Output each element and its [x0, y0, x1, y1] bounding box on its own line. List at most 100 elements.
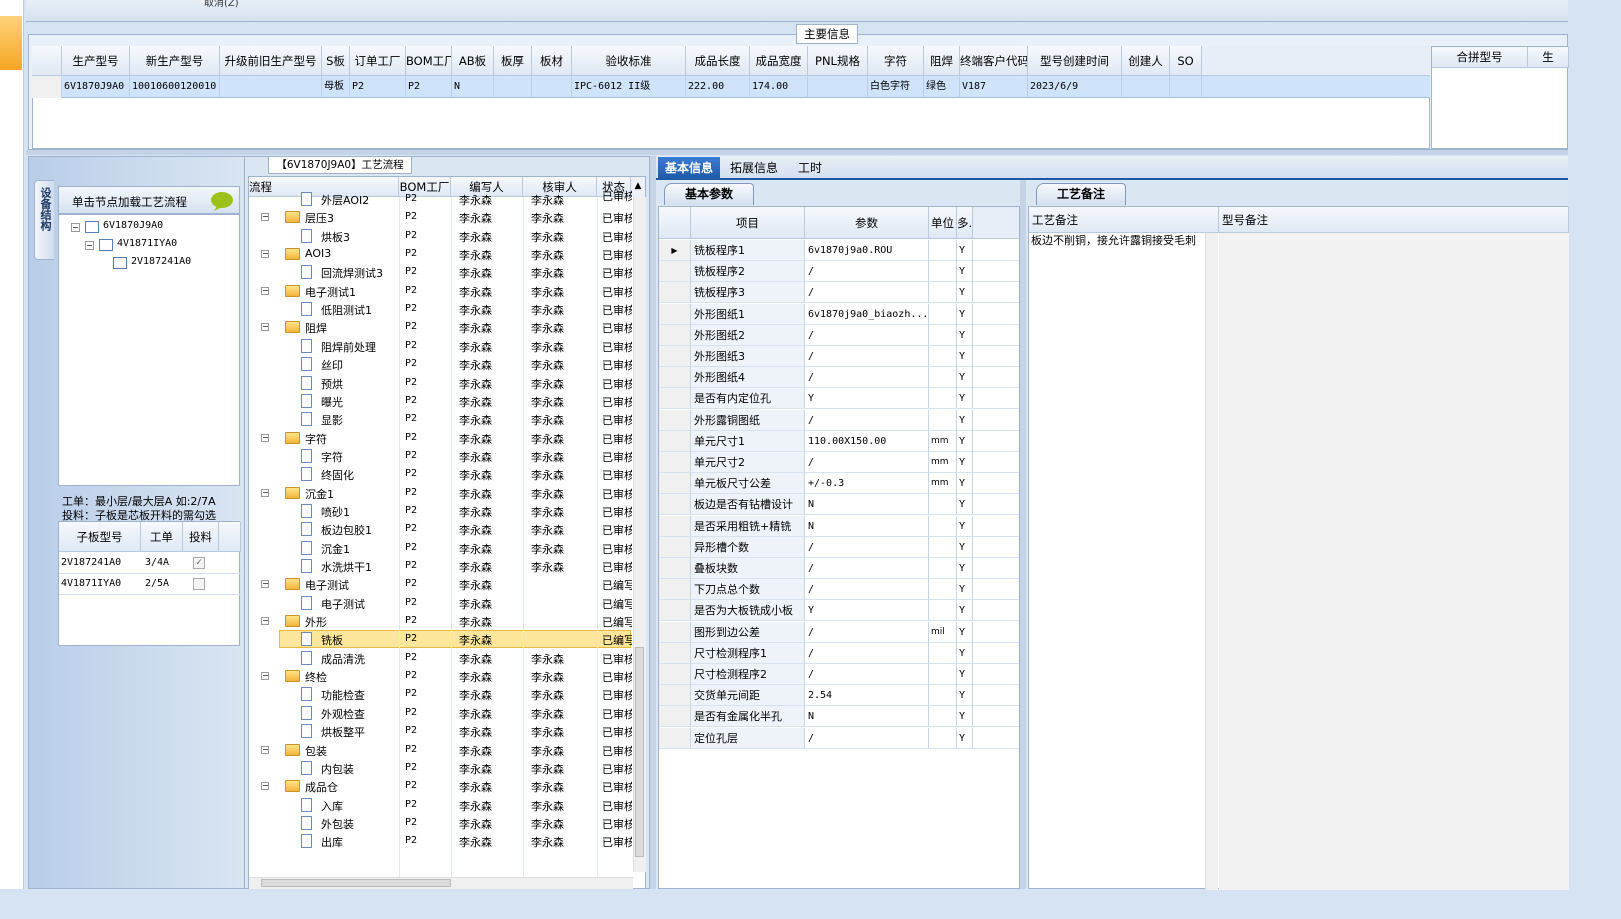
process-step-name[interactable]: 水洗烘干1 — [321, 559, 372, 575]
param-value[interactable]: / — [805, 325, 929, 346]
param-value[interactable]: N — [805, 516, 929, 537]
tree-collapse-icon[interactable]: − — [261, 213, 269, 221]
param-value[interactable]: +/-0.3 — [805, 473, 929, 494]
param-value[interactable]: 2.54 — [805, 685, 929, 706]
param-value[interactable]: / — [805, 261, 929, 282]
process-step-name[interactable]: 喷砂1 — [321, 504, 350, 520]
tree-expand-icon[interactable]: − — [85, 241, 94, 250]
param-value[interactable]: / — [805, 622, 929, 643]
main-cell[interactable]: N — [452, 76, 494, 98]
param-value[interactable]: / — [805, 537, 929, 558]
process-step-name[interactable]: 终检 — [305, 669, 327, 685]
main-cell[interactable] — [494, 76, 532, 98]
tree-collapse-icon[interactable]: − — [261, 672, 269, 680]
sub-model[interactable]: 2V187241A0 — [61, 557, 121, 568]
param-value[interactable]: / — [805, 282, 929, 303]
notes-scrollbar[interactable] — [1205, 233, 1218, 890]
row-header[interactable] — [659, 325, 691, 346]
process-step-name[interactable]: 预烘 — [321, 376, 343, 392]
process-step-name[interactable]: 成品仓 — [305, 779, 338, 795]
scroll-up-icon[interactable]: ▲ — [631, 177, 645, 197]
main-cell[interactable]: P2 — [406, 76, 452, 98]
param-value[interactable]: / — [805, 346, 929, 367]
main-cell[interactable]: 6V1870J9A0 — [62, 76, 130, 98]
main-cell[interactable]: P2 — [350, 76, 406, 98]
row-header[interactable] — [659, 706, 691, 727]
param-value[interactable]: N — [805, 706, 929, 727]
main-col-header[interactable]: 订单工厂 — [350, 46, 406, 76]
param-value[interactable]: Y — [805, 388, 929, 409]
param-col-header[interactable]: 单位 — [929, 207, 957, 239]
param-value[interactable]: / — [805, 643, 929, 664]
main-col-header[interactable]: 板材 — [532, 46, 572, 76]
main-col-header[interactable]: 验收标准 — [572, 46, 686, 76]
tree-node-label[interactable]: 2V187241A0 — [131, 256, 191, 267]
row-header[interactable] — [659, 537, 691, 558]
main-col-header[interactable]: SO — [1170, 46, 1202, 76]
param-value[interactable]: / — [805, 410, 929, 431]
param-value[interactable]: 110.00X150.00 — [805, 431, 929, 452]
main-cell[interactable]: 10010600120010 — [130, 76, 220, 98]
sub-work-order[interactable]: 3/4A — [145, 557, 169, 568]
row-header[interactable] — [659, 410, 691, 431]
row-header[interactable] — [659, 473, 691, 494]
main-cell[interactable] — [532, 76, 572, 98]
process-step-name[interactable]: 字符 — [321, 449, 343, 465]
param-col-header[interactable]: 参数 — [805, 207, 929, 239]
param-value[interactable]: N — [805, 494, 929, 515]
main-cell[interactable] — [1170, 76, 1202, 98]
process-step-name[interactable]: 电子测试 — [305, 577, 349, 593]
process-step-name[interactable]: 层压3 — [305, 210, 334, 226]
param-value[interactable]: / — [805, 728, 929, 749]
tree-collapse-icon[interactable]: − — [261, 287, 269, 295]
horizontal-splitter[interactable] — [26, 150, 1568, 155]
sub-col-header[interactable]: 投料 — [183, 522, 219, 552]
row-header[interactable] — [659, 431, 691, 452]
row-header[interactable] — [659, 346, 691, 367]
tree-collapse-icon[interactable]: − — [261, 323, 269, 331]
tree-collapse-icon[interactable]: − — [261, 580, 269, 588]
row-header[interactable] — [659, 452, 691, 473]
notes-model-area[interactable] — [1219, 233, 1569, 890]
process-step-name[interactable]: 阻焊前处理 — [321, 339, 376, 355]
sub-work-order[interactable]: 2/5A — [145, 578, 169, 589]
main-col-header[interactable]: 创建人 — [1122, 46, 1170, 76]
process-step-name[interactable]: 入库 — [321, 798, 343, 814]
sub-col-header[interactable]: 子板型号 — [59, 522, 141, 552]
param-col-header[interactable]: 项目 — [691, 207, 805, 239]
row-header[interactable] — [659, 685, 691, 706]
vsplit-right[interactable] — [1020, 180, 1026, 889]
tree-collapse-icon[interactable]: − — [261, 434, 269, 442]
param-value[interactable]: / — [805, 558, 929, 579]
tree-collapse-icon[interactable]: − — [261, 489, 269, 497]
row-header[interactable] — [659, 600, 691, 621]
main-cell[interactable] — [1122, 76, 1170, 98]
sub-model[interactable]: 4V1871IYA0 — [61, 578, 121, 589]
notes-tab[interactable]: 工艺备注 — [1036, 183, 1126, 205]
main-col-header[interactable]: 板厚 — [494, 46, 532, 76]
process-step-name[interactable]: 沉金1 — [305, 486, 334, 502]
process-step-name[interactable]: 外观检查 — [321, 706, 365, 722]
main-cell[interactable] — [220, 76, 322, 98]
row-header[interactable] — [659, 388, 691, 409]
row-header[interactable] — [659, 516, 691, 537]
row-header[interactable] — [659, 728, 691, 749]
process-step-name[interactable]: 曝光 — [321, 394, 343, 410]
process-step-name[interactable]: 烘板整平 — [321, 724, 365, 740]
row-header[interactable] — [659, 494, 691, 515]
main-cell[interactable]: V187 — [960, 76, 1028, 98]
tree-collapse-icon[interactable]: − — [261, 250, 269, 258]
process-step-name[interactable]: 丝印 — [321, 357, 343, 373]
tree-node-label[interactable]: 6V1870J9A0 — [103, 220, 163, 231]
notes-process-text[interactable]: 板边不削铜，接允许露铜接受毛刺 — [1031, 235, 1203, 246]
main-col-header[interactable]: 成品宽度 — [750, 46, 808, 76]
process-step-name[interactable]: 铣板 — [321, 632, 343, 648]
process-step-name[interactable]: 外层AOI2 — [321, 192, 369, 208]
row-header[interactable] — [659, 558, 691, 579]
row-header[interactable] — [659, 282, 691, 303]
main-col-header[interactable]: 终端客户代码 — [960, 46, 1028, 76]
process-step-name[interactable]: 出库 — [321, 834, 343, 850]
main-cell[interactable]: 174.00 — [750, 76, 808, 98]
process-step-name[interactable]: 终固化 — [321, 467, 354, 483]
process-step-name[interactable]: 板边包胶1 — [321, 522, 372, 538]
